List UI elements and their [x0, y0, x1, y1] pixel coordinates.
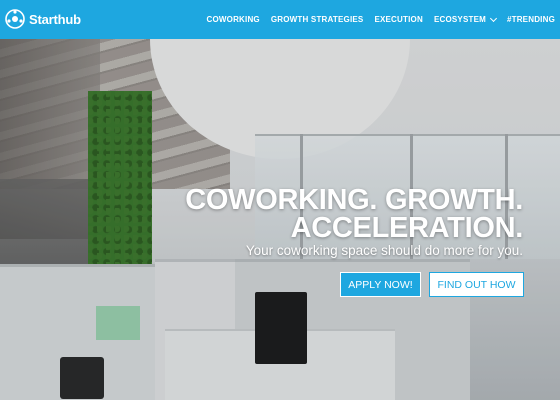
nav-label: ECOSYSTEM [433, 15, 486, 24]
starthub-logo-icon [5, 9, 25, 29]
nav-item-growth-strategies[interactable]: GROWTH STRATEGIES [271, 15, 364, 24]
hero-subtitle: Your coworking space should do more for … [245, 243, 523, 258]
hero-title: COWORKING. GROWTH. ACCELERATION. [185, 184, 524, 244]
brand-name: Starthub [29, 11, 81, 27]
nav-item-coworking[interactable]: COWORKING [207, 15, 260, 24]
nav-label: #TRENDING [506, 15, 555, 24]
chevron-down-icon [489, 14, 498, 22]
nav-item-ecosystem[interactable]: ECOSYSTEM [433, 14, 498, 24]
nav-item-trending[interactable]: #TRENDING [507, 15, 555, 24]
nav-label: GROWTH STRATEGIES [270, 15, 364, 24]
nav-label: COWORKING [206, 15, 260, 24]
brand-logo[interactable]: Starthub [5, 9, 81, 29]
nav-label: EXECUTION [374, 15, 423, 24]
hero-title-line: COWORKING. GROWTH. [185, 184, 523, 216]
site-header: Starthub COWORKING GROWTH STRATEGIES EXE… [0, 0, 560, 39]
hero-title-line: ACCELERATION. [290, 212, 524, 244]
main-nav: COWORKING GROWTH STRATEGIES EXECUTION EC… [207, 0, 556, 39]
nav-item-execution[interactable]: EXECUTION [374, 15, 422, 24]
find-out-how-button[interactable]: FIND OUT HOW [429, 272, 524, 297]
apply-now-button[interactable]: APPLY NOW! [340, 272, 421, 297]
